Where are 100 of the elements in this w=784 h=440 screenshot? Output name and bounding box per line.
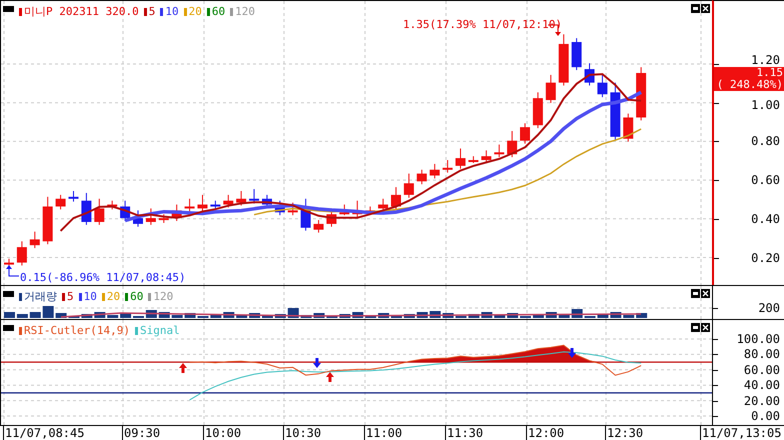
candlestick (81, 192, 92, 226)
candlestick (120, 200, 130, 222)
candlestick (520, 122, 530, 144)
candlestick (184, 198, 195, 212)
legend-label: 20 (188, 5, 202, 18)
legend-label: 10 (84, 290, 97, 303)
high-price-note: 1.35(17.39% 11/07,12:10) (403, 19, 562, 31)
candlestick (30, 231, 40, 249)
candlestick (546, 74, 556, 104)
panel-handle-icon[interactable] (3, 325, 14, 331)
candlestick (442, 160, 453, 174)
candlestick (468, 156, 478, 164)
candlestick (172, 204, 182, 222)
minimize-icon[interactable] (691, 289, 700, 298)
leader-line (5, 263, 19, 279)
candlestick (416, 169, 427, 185)
candlestick (558, 34, 569, 86)
candlestick (249, 188, 260, 204)
candlestick (223, 194, 234, 208)
price-axis-label: 0.80 (751, 135, 780, 148)
candlestick (610, 82, 620, 140)
up-arrow-icon (326, 372, 334, 382)
time-axis-label: 12:30 (605, 426, 644, 440)
candlestick (94, 198, 104, 226)
candlestick (391, 186, 401, 210)
candlestick (572, 38, 582, 71)
legend-label: 60 (212, 5, 226, 18)
candlestick (56, 194, 66, 210)
price-axis-label: 1.20 (751, 54, 780, 66)
legend-label: 20 (106, 290, 120, 303)
candlestick (584, 62, 594, 86)
candlestick (352, 200, 362, 218)
candlestick (481, 150, 492, 164)
candlestick (532, 92, 543, 129)
candlestick (623, 113, 634, 142)
minimize-icon[interactable] (691, 323, 700, 332)
legend-label: 120 (235, 5, 255, 18)
price-axis-label: 0.40 (751, 212, 780, 225)
price-axis-label: 1.00 (751, 98, 780, 111)
candlestick (198, 194, 208, 212)
current-price: 1.15 (756, 67, 783, 79)
candlestick (636, 66, 646, 121)
time-axis-label: 10:30 (283, 426, 322, 440)
time-axis-label: 12:00 (526, 426, 564, 440)
legend-label: 거래량 (24, 290, 57, 303)
candlestick (378, 198, 388, 212)
volume-axis-label: 200 (758, 302, 780, 314)
candlestick (597, 74, 608, 98)
price-axis-label: 0.20 (751, 252, 780, 264)
candlestick (288, 202, 298, 216)
rsi-axis-label: 60.00 (744, 364, 780, 376)
candlestick (16, 240, 27, 266)
low-price-note: 0.15(-86.96% 11/07,08:45) (20, 272, 186, 284)
current-change: ( 248.48%) (716, 79, 783, 91)
close-icon[interactable] (701, 289, 710, 298)
up-arrow-icon (179, 363, 187, 373)
rsi-axis-label: 40.00 (744, 379, 780, 392)
close-icon[interactable] (701, 4, 710, 13)
legend-label: 60 (130, 290, 144, 303)
candlestick (314, 220, 324, 234)
candlestick (507, 130, 518, 158)
candlestick (404, 173, 414, 198)
candlestick (42, 196, 53, 245)
panel-handle-icon[interactable] (3, 6, 14, 12)
candlestick (494, 144, 504, 158)
time-axis-label: 11:00 (364, 426, 402, 440)
down-arrow-icon (313, 358, 321, 368)
candlestick (68, 190, 78, 202)
candlestick (300, 198, 311, 232)
rsi-axis-label: 80.00 (744, 348, 780, 360)
time-axis-label: 09:30 (122, 426, 160, 440)
legend-label: 5 (148, 5, 156, 18)
legend-label: Signal (140, 324, 180, 337)
rsi-axis-label: 100.00 (736, 333, 780, 345)
panel-handle-icon[interactable] (3, 291, 14, 297)
time-axis-label: 11/07,13:05 (700, 426, 782, 440)
legend-label: 5 (67, 290, 74, 303)
candlestick (456, 148, 466, 170)
legend-label: RSI-Cutler(14,9) (24, 324, 130, 337)
down-arrow-icon (568, 348, 576, 358)
time-axis-label: 11/07,08:45 (3, 426, 84, 440)
legend-label: 미니P 202311 320.0 (24, 5, 139, 18)
candlestick (158, 214, 169, 224)
legend-label: 120 (153, 290, 174, 303)
minimize-icon[interactable] (691, 4, 700, 13)
candlestick (210, 200, 220, 210)
time-axis-label: 11:30 (445, 426, 484, 440)
candlestick (107, 200, 118, 210)
candlestick (430, 163, 440, 179)
price-axis-label: 0.60 (751, 174, 780, 186)
time-axis-label: 10:00 (203, 426, 242, 440)
candlestick (339, 204, 350, 216)
candlestick (236, 190, 246, 206)
legend-label: 10 (165, 5, 179, 18)
rsi-axis-label: 20.00 (744, 394, 780, 407)
candlestick (146, 208, 156, 226)
candlestick (133, 210, 143, 228)
close-icon[interactable] (701, 323, 710, 332)
rsi-axis-label: 0.00 (751, 410, 780, 422)
candlestick (274, 200, 285, 216)
